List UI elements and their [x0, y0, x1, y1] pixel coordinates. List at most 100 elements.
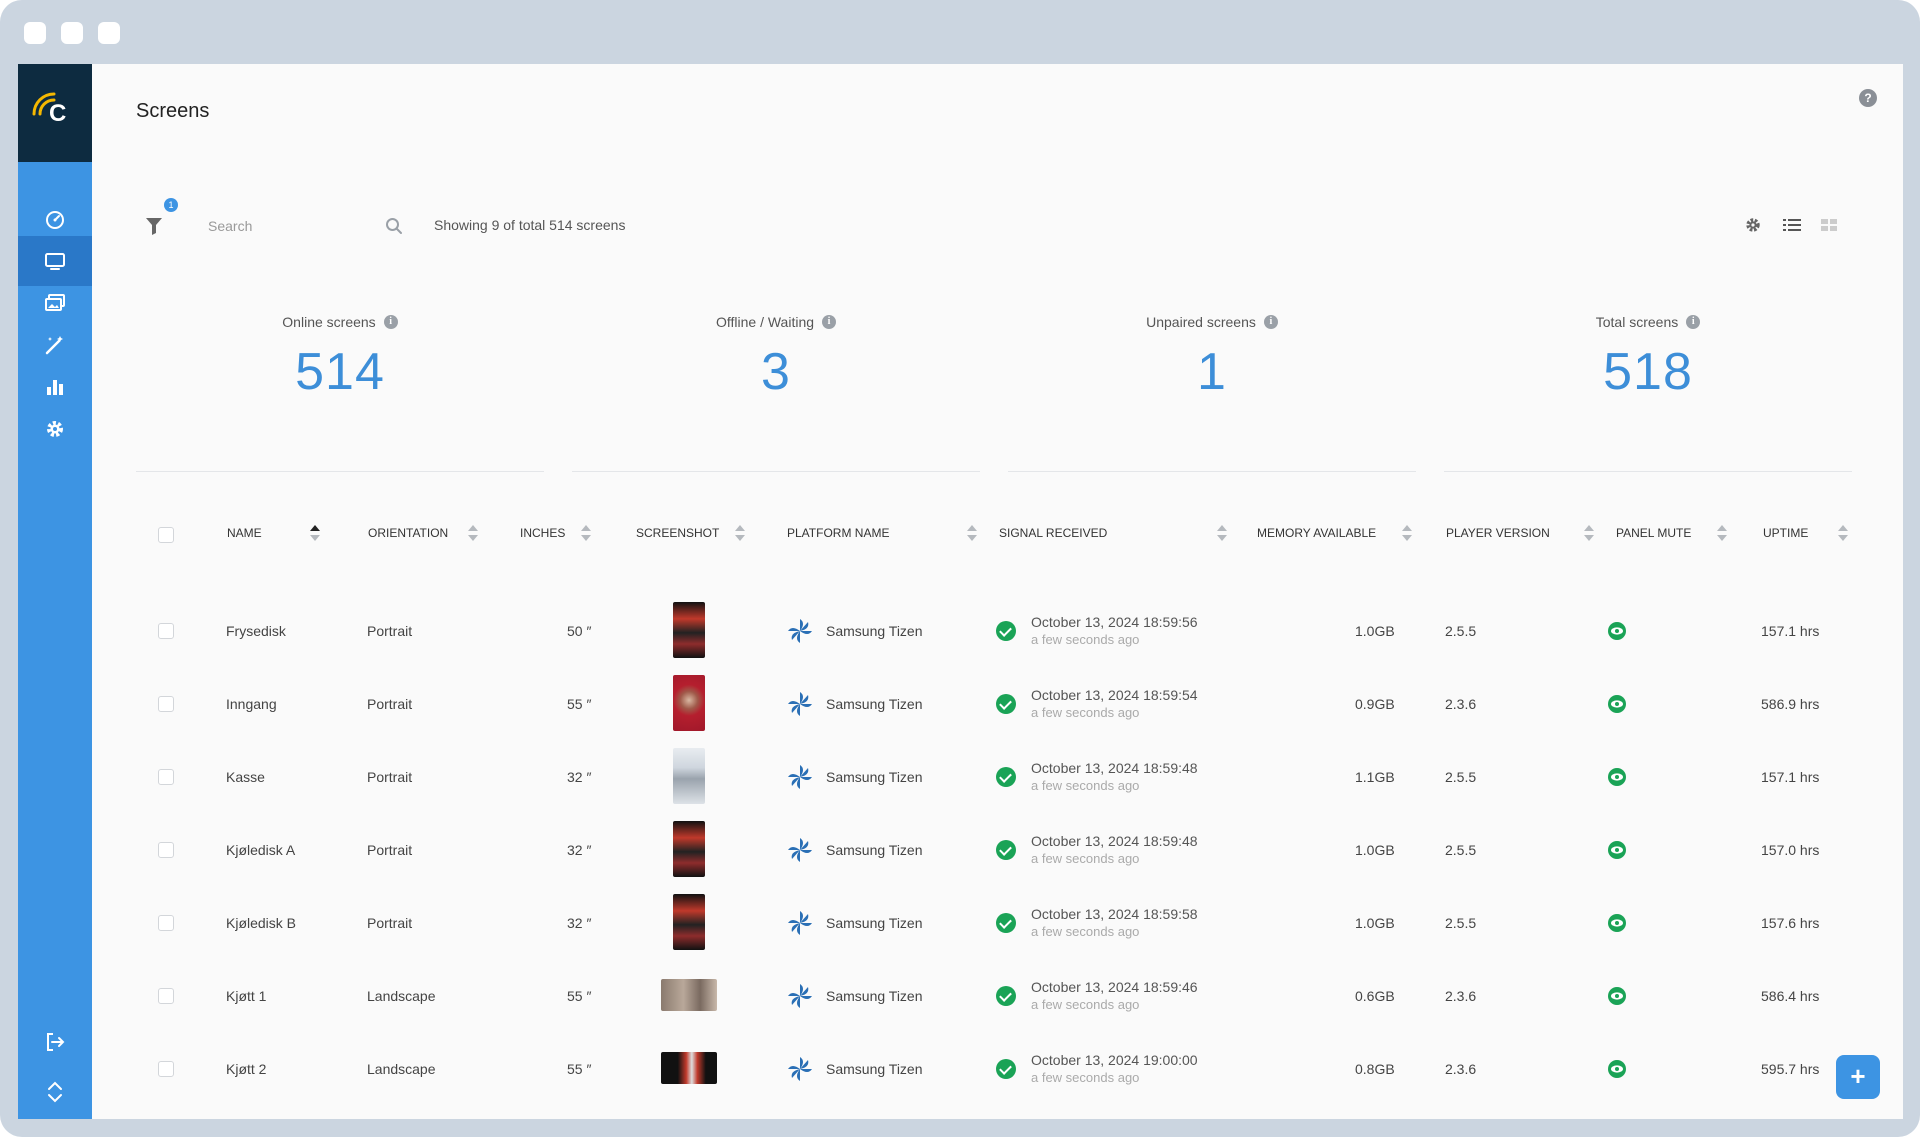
signal-relative: a few seconds ago	[1031, 1070, 1140, 1085]
samsung-tizen-icon	[788, 619, 812, 643]
search-input[interactable]	[208, 214, 398, 238]
grid-view-icon[interactable]	[1820, 216, 1838, 234]
samsung-tizen-icon	[788, 911, 812, 935]
column-header-player-version[interactable]: PLAYER VERSION	[1446, 525, 1594, 541]
stat-label: Offline / Waiting	[715, 314, 815, 330]
eye-icon[interactable]	[1608, 1060, 1626, 1078]
column-header-label: PLATFORM NAME	[787, 526, 890, 540]
eye-icon[interactable]	[1608, 695, 1626, 713]
eye-icon[interactable]	[1608, 987, 1626, 1005]
list-view-icon[interactable]	[1782, 216, 1802, 234]
player-version: 2.5.5	[1445, 915, 1477, 931]
inches: 55 ″	[567, 696, 592, 712]
screen-name[interactable]: Kjøledisk A	[226, 842, 295, 858]
screen-name[interactable]: Kjøtt 2	[226, 1061, 266, 1077]
signal-relative: a few seconds ago	[1031, 924, 1140, 939]
column-header-name[interactable]: NAME	[227, 525, 320, 541]
info-icon[interactable]: i	[822, 315, 837, 329]
filter-icon[interactable]	[145, 216, 163, 236]
column-header-uptime[interactable]: UPTIME	[1763, 525, 1849, 541]
row-checkbox[interactable]	[158, 623, 174, 639]
filter-count-badge: 1	[164, 198, 178, 212]
signal-received: October 13, 2024 18:59:48 a few seconds a…	[1031, 760, 1198, 793]
column-header-label: PANEL MUTE	[1616, 526, 1692, 540]
memory-available: 1.0GB	[1355, 915, 1395, 931]
column-header-panel-mute[interactable]: PANEL MUTE	[1616, 525, 1728, 541]
orientation: Portrait	[367, 696, 413, 712]
logo[interactable]: C	[18, 64, 92, 162]
column-header-signal-received[interactable]: SIGNAL RECEIVED	[999, 525, 1228, 541]
screen-name[interactable]: Inngang	[226, 696, 277, 712]
table-row[interactable]: Kasse Portrait 32 ″ Samsung Tizen Octobe…	[18, 740, 1903, 813]
result-count: Showing 9 of total 514 screens	[434, 217, 626, 233]
table-row[interactable]: Kjøtt 2 Landscape 55 ″ Samsung Tizen Oct…	[18, 1032, 1903, 1105]
screen-name[interactable]: Kjøledisk B	[226, 915, 296, 931]
sort-icon	[1717, 525, 1728, 541]
eye-icon[interactable]	[1608, 622, 1626, 640]
screenshot-thumbnail[interactable]	[673, 894, 705, 950]
row-checkbox[interactable]	[158, 842, 174, 858]
signal-relative: a few seconds ago	[1031, 851, 1140, 866]
eye-icon[interactable]	[1608, 914, 1626, 932]
orientation: Landscape	[367, 988, 436, 1004]
column-header-orientation[interactable]: ORIENTATION	[368, 525, 479, 541]
screen-name[interactable]: Frysedisk	[226, 623, 286, 639]
screenshot-thumbnail[interactable]	[673, 675, 705, 731]
signal-date: October 13, 2024 18:59:56	[1031, 614, 1198, 630]
table-settings-gear-icon[interactable]	[1744, 216, 1762, 234]
search-icon[interactable]	[385, 217, 403, 235]
column-header-inches[interactable]: INCHES	[520, 525, 592, 541]
window-control-close[interactable]	[24, 22, 46, 44]
platform-name: Samsung Tizen	[826, 696, 923, 712]
platform-name: Samsung Tizen	[826, 842, 923, 858]
orientation: Portrait	[367, 769, 413, 785]
inches: 32 ″	[567, 915, 592, 931]
screenshot-thumbnail[interactable]	[661, 1052, 717, 1084]
screen-name[interactable]: Kjøtt 1	[226, 988, 266, 1004]
signal-relative: a few seconds ago	[1031, 632, 1140, 647]
table-row[interactable]: Kjøledisk A Portrait 32 ″ Samsung Tizen …	[18, 813, 1903, 886]
sort-icon	[967, 525, 978, 541]
sort-ascending-icon	[309, 525, 320, 541]
table-row[interactable]: Frysedisk Portrait 50 ″ Samsung Tizen Oc…	[18, 594, 1903, 667]
eye-icon[interactable]	[1608, 768, 1626, 786]
row-checkbox[interactable]	[158, 988, 174, 1004]
info-icon[interactable]: i	[1686, 315, 1701, 329]
signal-date: October 13, 2024 18:59:48	[1031, 833, 1198, 849]
sidebar-item-settings[interactable]	[18, 404, 92, 454]
signal-date: October 13, 2024 18:59:54	[1031, 687, 1198, 703]
info-icon[interactable]: i	[383, 315, 398, 329]
bar-chart-icon	[47, 380, 63, 395]
inches: 32 ″	[567, 842, 592, 858]
column-header-label: MEMORY AVAILABLE	[1257, 526, 1377, 540]
column-header-screenshot[interactable]: SCREENSHOT	[636, 525, 746, 541]
row-checkbox[interactable]	[158, 915, 174, 931]
row-checkbox[interactable]	[158, 769, 174, 785]
screenshot-thumbnail[interactable]	[673, 602, 705, 658]
screenshot-thumbnail[interactable]	[673, 821, 705, 877]
help-icon[interactable]: ?	[1859, 89, 1877, 107]
column-header-memory-available[interactable]: MEMORY AVAILABLE	[1257, 525, 1413, 541]
screen-name[interactable]: Kasse	[226, 769, 265, 785]
row-checkbox[interactable]	[158, 696, 174, 712]
table-row[interactable]: Kjøledisk B Portrait 32 ″ Samsung Tizen …	[18, 886, 1903, 959]
info-icon[interactable]: i	[1263, 315, 1278, 329]
screenshot-thumbnail[interactable]	[661, 979, 717, 1011]
monitor-icon	[45, 253, 65, 270]
add-screen-button[interactable]: +	[1836, 1055, 1880, 1099]
table-row[interactable]: Inngang Portrait 55 ″ Samsung Tizen Octo…	[18, 667, 1903, 740]
window-control-minimize[interactable]	[61, 22, 83, 44]
inches: 55 ″	[567, 988, 592, 1004]
column-header-platform-name[interactable]: PLATFORM NAME	[787, 525, 978, 541]
select-all-checkbox[interactable]	[158, 527, 174, 543]
stat-value: 1	[1197, 343, 1227, 401]
memory-available: 1.0GB	[1355, 623, 1395, 639]
eye-icon[interactable]	[1608, 841, 1626, 859]
screenshot-thumbnail[interactable]	[673, 748, 705, 804]
stat-value: 518	[1603, 343, 1693, 401]
row-checkbox[interactable]	[158, 1061, 174, 1077]
uptime: 157.1 hrs	[1761, 769, 1820, 785]
table-row[interactable]: Kjøtt 1 Landscape 55 ″ Samsung Tizen Oct…	[18, 959, 1903, 1032]
window-control-maximize[interactable]	[98, 22, 120, 44]
signal-date: October 13, 2024 18:59:58	[1031, 906, 1198, 922]
